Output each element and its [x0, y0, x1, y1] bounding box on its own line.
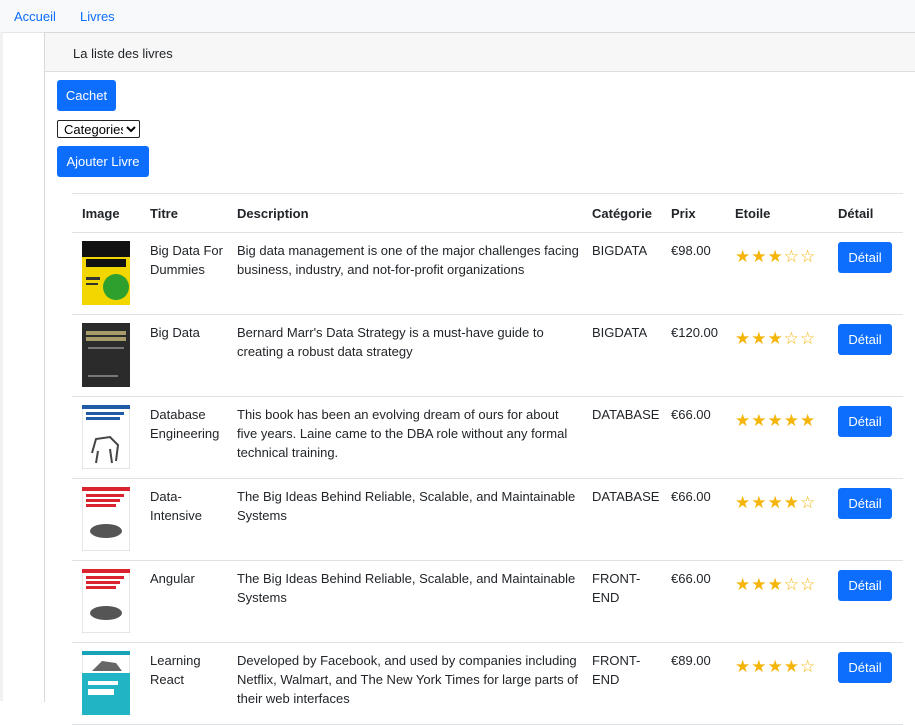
table-header-row: Image Titre Description Catégorie Prix E…	[72, 193, 903, 233]
book-price: €66.00	[661, 560, 725, 643]
header-price: Prix	[661, 193, 725, 233]
detail-cell: Détail	[828, 314, 903, 397]
detail-button[interactable]: Détail	[838, 652, 892, 683]
detail-button[interactable]: Détail	[838, 242, 892, 273]
star-rating: ★★★★☆	[735, 493, 817, 512]
card-title: La liste des livres	[73, 46, 173, 61]
book-title: Data-Intensive	[140, 478, 227, 561]
book-description: The Big Ideas Behind Reliable, Scalable,…	[227, 478, 582, 561]
header-description: Description	[227, 193, 582, 233]
book-category: BIGDATA	[582, 314, 661, 397]
book-title: Big Data For Dummies	[140, 232, 227, 315]
book-category: FRONT-END	[582, 560, 661, 643]
rating-cell: ★★★★☆	[725, 642, 828, 725]
book-cover-cell	[72, 232, 140, 315]
book-title: Learning React	[140, 642, 227, 725]
rating-cell: ★★★☆☆	[725, 560, 828, 643]
table-row: Database Engineering This book has been …	[72, 396, 903, 479]
book-cover-image	[82, 487, 130, 551]
header-category: Catégorie	[582, 193, 661, 233]
books-table: Image Titre Description Catégorie Prix E…	[72, 193, 903, 725]
detail-cell: Détail	[828, 396, 903, 479]
table-row: Big Data For Dummies Big data management…	[72, 232, 903, 315]
rating-cell: ★★★☆☆	[725, 232, 828, 315]
detail-button[interactable]: Détail	[838, 406, 892, 437]
star-rating: ★★★☆☆	[735, 575, 817, 594]
book-cover-image	[82, 651, 130, 715]
book-title: Big Data	[140, 314, 227, 397]
header-title: Titre	[140, 193, 227, 233]
book-cover-image	[82, 569, 130, 633]
book-cover-cell	[72, 314, 140, 397]
star-rating: ★★★★☆	[735, 657, 817, 676]
book-cover-cell	[72, 642, 140, 725]
nav-link-livres[interactable]: Livres	[80, 9, 115, 25]
book-price: €120.00	[661, 314, 725, 397]
star-rating: ★★★☆☆	[735, 329, 817, 348]
add-book-button[interactable]: Ajouter Livre	[57, 146, 149, 177]
book-description: The Big Ideas Behind Reliable, Scalable,…	[227, 560, 582, 643]
book-description: Developed by Facebook, and used by compa…	[227, 642, 582, 725]
detail-cell: Détail	[828, 478, 903, 561]
book-cover-image	[82, 241, 130, 305]
book-cover-cell	[72, 396, 140, 479]
book-price: €66.00	[661, 478, 725, 561]
detail-cell: Détail	[828, 232, 903, 315]
book-cover-cell	[72, 560, 140, 643]
detail-cell: Détail	[828, 560, 903, 643]
table-row: Data-Intensive The Big Ideas Behind Reli…	[72, 478, 903, 561]
header-detail: Détail	[828, 193, 903, 233]
book-cover-cell	[72, 478, 140, 561]
cachet-button[interactable]: Cachet	[57, 80, 116, 111]
book-description: Big data management is one of the major …	[227, 232, 582, 315]
book-category: BIGDATA	[582, 232, 661, 315]
book-price: €89.00	[661, 642, 725, 725]
book-title: Database Engineering	[140, 396, 227, 479]
book-title: Angular	[140, 560, 227, 643]
book-price: €66.00	[661, 396, 725, 479]
book-category: DATABASE	[582, 478, 661, 561]
rating-cell: ★★★☆☆	[725, 314, 828, 397]
detail-cell: Détail	[828, 642, 903, 725]
detail-button[interactable]: Détail	[838, 324, 892, 355]
books-table-wrapper: Image Titre Description Catégorie Prix E…	[72, 193, 903, 725]
book-price: €98.00	[661, 232, 725, 315]
table-row: Learning React Developed by Facebook, an…	[72, 642, 903, 725]
detail-button[interactable]: Détail	[838, 488, 892, 519]
book-description: Bernard Marr's Data Strategy is a must-h…	[227, 314, 582, 397]
table-row: Angular The Big Ideas Behind Reliable, S…	[72, 560, 903, 643]
card-header: La liste des livres	[45, 33, 915, 72]
nav-link-accueil[interactable]: Accueil	[14, 9, 56, 25]
star-rating: ★★★☆☆	[735, 247, 817, 266]
book-category: DATABASE	[582, 396, 661, 479]
table-row: Big Data Bernard Marr's Data Strategy is…	[72, 314, 903, 397]
rating-cell: ★★★★★	[725, 396, 828, 479]
star-rating: ★★★★★	[735, 411, 817, 430]
left-rail	[0, 32, 3, 701]
book-cover-image	[82, 323, 130, 387]
book-category: FRONT-END	[582, 642, 661, 725]
header-rating: Etoile	[725, 193, 828, 233]
category-select[interactable]: Categories	[57, 120, 140, 138]
top-navbar: Accueil Livres	[0, 0, 915, 33]
rating-cell: ★★★★☆	[725, 478, 828, 561]
detail-button[interactable]: Détail	[838, 570, 892, 601]
header-image: Image	[72, 193, 140, 233]
book-cover-image	[82, 405, 130, 469]
book-description: This book has been an evolving dream of …	[227, 396, 582, 479]
